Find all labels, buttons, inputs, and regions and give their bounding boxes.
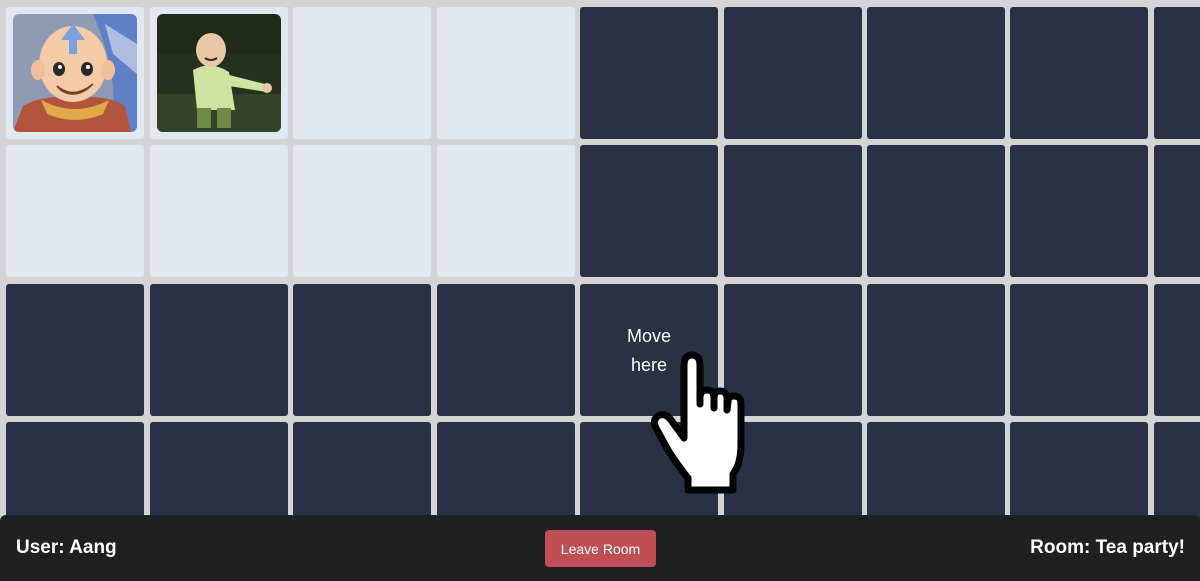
board-cell[interactable] (437, 284, 575, 416)
board-cell[interactable] (150, 284, 288, 416)
board-cell[interactable] (867, 284, 1005, 416)
board-cell[interactable] (867, 145, 1005, 277)
app-window: Move here User: Aang Leave Room Room: Te… (0, 0, 1200, 581)
board-cell[interactable] (150, 7, 288, 139)
room-label: Room: Tea party! (1030, 537, 1185, 558)
board-cell[interactable] (724, 145, 862, 277)
board-cell[interactable] (437, 145, 575, 277)
board-cell[interactable] (6, 284, 144, 416)
board-cell[interactable] (1154, 284, 1200, 416)
board-cell[interactable] (6, 145, 144, 277)
board-cell[interactable] (293, 284, 431, 416)
board-cell[interactable] (1154, 145, 1200, 277)
board-cell[interactable] (293, 7, 431, 139)
board-cell[interactable] (580, 284, 718, 416)
aang-avatar (13, 14, 137, 132)
board-cell[interactable] (724, 7, 862, 139)
board-cell[interactable] (1154, 7, 1200, 139)
board-cell[interactable] (867, 7, 1005, 139)
user-label: User: Aang (16, 537, 117, 558)
board-cell[interactable] (724, 284, 862, 416)
board-cell[interactable] (1010, 284, 1148, 416)
board-cell[interactable] (580, 7, 718, 139)
board-cell[interactable] (293, 145, 431, 277)
board-cell[interactable] (580, 145, 718, 277)
board-cell[interactable] (1010, 145, 1148, 277)
room-footer: User: Aang Leave Room Room: Tea party! (0, 515, 1200, 581)
toph-avatar (157, 14, 281, 132)
leave-room-button[interactable]: Leave Room (545, 530, 656, 567)
board-cell[interactable] (1010, 7, 1148, 139)
board-cell[interactable] (6, 7, 144, 139)
board-grid (0, 0, 1200, 581)
board-cell[interactable] (437, 7, 575, 139)
board-cell[interactable] (150, 145, 288, 277)
